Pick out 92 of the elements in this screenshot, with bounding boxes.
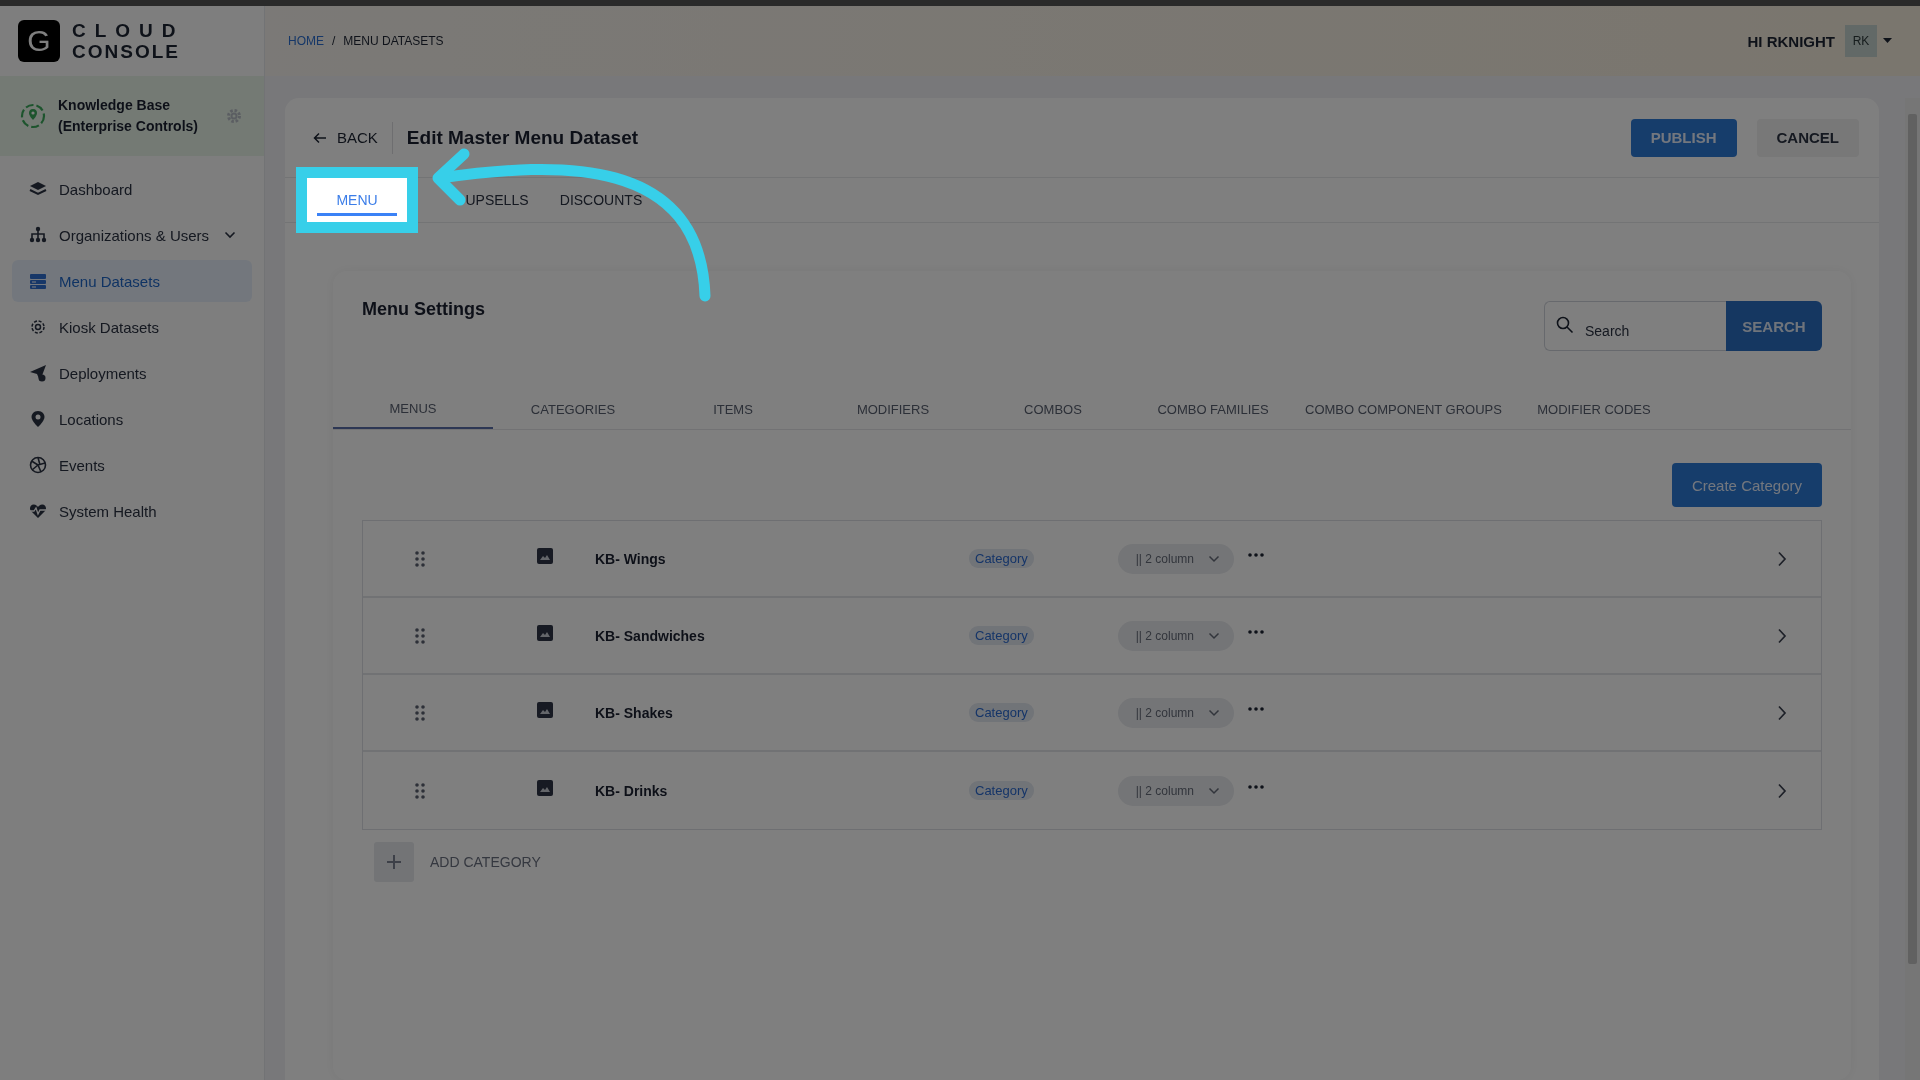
expand-button[interactable] — [1777, 627, 1787, 644]
drag-handle-icon[interactable] — [415, 627, 425, 644]
sidebar-item[interactable]: System Health — [12, 490, 252, 532]
arrow-left-icon — [313, 131, 327, 144]
publish-button[interactable]: PUBLISH — [1630, 118, 1737, 157]
user-avatar[interactable]: RK — [1845, 25, 1877, 57]
location-pin-icon — [29, 410, 47, 428]
category-tag: Category — [969, 626, 1034, 645]
more-button[interactable] — [1247, 784, 1264, 789]
category-tag: Category — [969, 781, 1034, 800]
breadcrumb-link[interactable]: HOME — [288, 34, 324, 48]
layout-dropdown[interactable]: || 2 column — [1117, 697, 1234, 728]
gear-icon — [29, 318, 47, 336]
tab[interactable]: COMBO COMPONENT GROUPS — [1293, 389, 1514, 429]
tab[interactable]: COMBOS — [973, 389, 1133, 429]
chevron-right-icon — [1777, 704, 1787, 721]
server-icon — [29, 272, 47, 290]
layout-dropdown[interactable]: || 2 column — [1117, 543, 1234, 574]
more-icon — [1247, 706, 1264, 711]
tab[interactable]: CATEGORIES — [493, 389, 653, 429]
breadcrumb-text: / — [332, 34, 336, 48]
sidebar-item[interactable]: Deployments — [12, 352, 252, 394]
breadcrumb-text: MENU DATASETS — [343, 34, 444, 48]
tab[interactable]: ITEMS — [653, 389, 813, 429]
back-button[interactable]: BACK — [307, 121, 393, 154]
settings-icon — [226, 108, 242, 124]
plus-icon — [386, 854, 402, 870]
sidebar-item[interactable]: Kiosk Datasets — [12, 306, 252, 348]
hierarchy-icon — [29, 226, 47, 244]
chevron-down-icon — [1207, 708, 1220, 717]
more-icon — [1247, 784, 1264, 789]
location-target-icon — [20, 103, 46, 129]
caret-down-icon — [1883, 38, 1892, 44]
chevron-down-icon — [1207, 786, 1220, 795]
image-icon — [537, 701, 553, 718]
expand-button[interactable] — [1777, 550, 1787, 567]
image-icon — [537, 624, 553, 641]
logo-text: CLOUD — [72, 20, 185, 41]
image-icon — [537, 547, 553, 564]
layout-dropdown[interactable]: || 2 column — [1117, 620, 1234, 651]
category-name: KB- Drinks — [595, 782, 669, 799]
logo-mark: G — [18, 20, 60, 62]
sidebar-item[interactable]: Organizations & Users — [12, 214, 252, 256]
search-icon — [1556, 316, 1574, 334]
layout-dropdown[interactable]: || 2 column — [1117, 775, 1234, 806]
logo-text: CONSOLE — [72, 41, 181, 62]
expand-button[interactable] — [1777, 704, 1787, 721]
chevron-right-icon — [1777, 782, 1787, 799]
drag-handle-icon[interactable] — [415, 550, 425, 567]
more-button[interactable] — [1247, 706, 1264, 711]
search-field[interactable]: Search — [1544, 301, 1726, 351]
more-button[interactable] — [1247, 552, 1264, 557]
category-name: KB- Wings — [595, 550, 667, 567]
sidebar-item[interactable]: Dashboard — [12, 168, 252, 210]
tab[interactable]: MENUS — [333, 389, 493, 429]
user-greeting: HI RKNIGHT — [1747, 32, 1835, 50]
tab[interactable]: MODIFIERS — [813, 389, 973, 429]
create-category-button[interactable]: Create Category — [1671, 463, 1822, 507]
chevron-down-icon — [1207, 554, 1220, 563]
expand-button[interactable] — [1777, 782, 1787, 799]
chevron-right-icon — [1777, 550, 1787, 567]
search-button[interactable]: SEARCH — [1726, 301, 1822, 351]
page-title: Edit Master Menu Dataset — [406, 126, 640, 149]
drag-handle-icon[interactable] — [415, 782, 425, 799]
sidebar-item[interactable]: Locations — [12, 398, 252, 440]
tab[interactable]: DISCOUNTS — [551, 178, 651, 222]
tab[interactable]: COMBO FAMILIES — [1133, 389, 1293, 429]
more-icon — [1247, 552, 1264, 557]
category-name: KB- Sandwiches — [595, 627, 706, 644]
more-icon — [1247, 629, 1264, 634]
cancel-button[interactable]: CANCEL — [1756, 118, 1859, 157]
layers-icon — [29, 180, 47, 198]
tab[interactable]: MODIFIER CODES — [1513, 389, 1674, 429]
image-icon — [537, 779, 553, 796]
drag-handle-icon[interactable] — [415, 704, 425, 721]
chevron-right-icon — [1777, 627, 1787, 644]
sidebar-item[interactable]: Events — [12, 444, 252, 486]
category-name: KB- Shakes — [595, 704, 674, 721]
add-button[interactable] — [374, 842, 414, 882]
paper-plane-icon — [29, 364, 47, 382]
tab[interactable]: UPSELLS — [447, 178, 547, 222]
chevron-down-icon — [1207, 631, 1220, 640]
sidebar-item[interactable]: Menu Datasets — [12, 260, 252, 302]
workspace-name: Knowledge Base (Enterprise Controls) — [58, 96, 199, 136]
add-category-label: ADD CATEGORY — [430, 854, 541, 870]
category-tag: Category — [969, 549, 1034, 568]
category-tag: Category — [969, 703, 1034, 722]
aperture-icon — [29, 456, 47, 474]
section-title: Menu Settings — [362, 299, 485, 320]
more-button[interactable] — [1247, 629, 1264, 634]
scrollbar[interactable] — [1905, 98, 1920, 1080]
heart-pulse-icon — [29, 502, 47, 520]
